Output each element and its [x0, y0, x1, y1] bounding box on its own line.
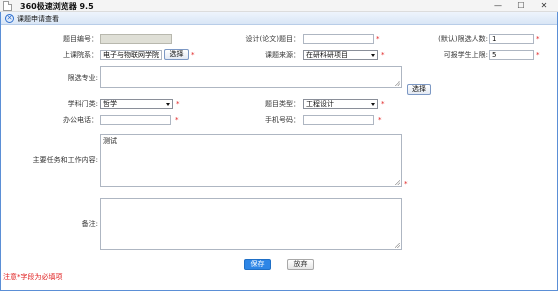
required-mark: *: [376, 35, 380, 43]
max-students-label: (默认)限选人数:: [438, 35, 488, 43]
required-mark: *: [536, 35, 540, 43]
chevron-down-icon: [166, 103, 170, 106]
window-title: 360极速浏览器 9.5: [20, 2, 94, 11]
required-mark: *: [381, 51, 385, 59]
maximize-button[interactable]: ☐: [511, 0, 531, 11]
remarks-label: 备注:: [81, 220, 98, 228]
source-label: 课题来源：: [265, 51, 300, 59]
required-mark: *: [176, 100, 180, 108]
major-select-button[interactable]: 选择: [407, 84, 431, 95]
topic-type-label: 题目类型：: [265, 100, 300, 108]
chevron-down-icon: [371, 103, 375, 106]
window-titlebar: 360极速浏览器 9.5 — ☐ ✕: [0, 0, 558, 12]
dialog-header: [1, 12, 557, 25]
dept-field: 电子与物联网学院: [100, 50, 162, 60]
cancel-button[interactable]: 放弃: [287, 259, 314, 270]
design-title-field[interactable]: [303, 34, 374, 44]
source-select-value: 在研科研项目: [306, 51, 348, 59]
source-select[interactable]: 在研科研项目: [303, 50, 378, 60]
discipline-select[interactable]: 哲学: [100, 99, 173, 109]
dialog-title: 课题申请查看: [17, 15, 59, 23]
design-title-label: 设计(论文)题目：: [245, 35, 300, 43]
window-close-button[interactable]: ✕: [534, 0, 554, 11]
required-mark: *: [404, 180, 408, 188]
required-mark: *: [536, 51, 540, 59]
major-textarea[interactable]: [100, 66, 402, 88]
document-icon: [3, 1, 12, 11]
student-limit-label: 可报学生上限:: [443, 51, 488, 59]
office-phone-label: 办公电话：: [63, 116, 98, 124]
mobile-field[interactable]: [303, 115, 374, 125]
student-limit-field[interactable]: 5: [489, 50, 534, 60]
discipline-select-value: 哲学: [103, 100, 117, 108]
dept-label: 上课院系：: [63, 51, 98, 59]
required-fields-note: 注意*字段为必填项: [3, 273, 63, 281]
dept-select-button[interactable]: 选择: [164, 49, 189, 60]
close-circle-icon[interactable]: ✕: [5, 14, 14, 23]
office-phone-field[interactable]: [100, 115, 171, 125]
resize-grip-icon[interactable]: [395, 180, 400, 185]
tasks-label: 主要任务和工作内容:: [32, 156, 98, 164]
save-button[interactable]: 保存: [244, 259, 271, 270]
required-mark: *: [381, 100, 385, 108]
resize-grip-icon[interactable]: [395, 81, 400, 86]
max-students-field[interactable]: 1: [489, 34, 534, 44]
topic-type-select-value: 工程设计: [306, 100, 334, 108]
minimize-button[interactable]: —: [488, 0, 508, 11]
remarks-textarea[interactable]: [100, 198, 402, 250]
mobile-label: 手机号码：: [265, 116, 300, 124]
topic-no-field: [100, 34, 172, 44]
tasks-textarea[interactable]: 测试: [100, 134, 402, 187]
resize-grip-icon[interactable]: [395, 243, 400, 248]
required-mark: *: [378, 116, 382, 124]
chevron-down-icon: [371, 54, 375, 57]
topic-type-select[interactable]: 工程设计: [303, 99, 378, 109]
major-label: 限选专业:: [67, 74, 98, 82]
discipline-label: 学科门类:: [67, 100, 98, 108]
required-mark: *: [175, 116, 179, 124]
topic-no-label: 题目编号：: [63, 35, 98, 43]
required-mark: *: [191, 51, 195, 59]
